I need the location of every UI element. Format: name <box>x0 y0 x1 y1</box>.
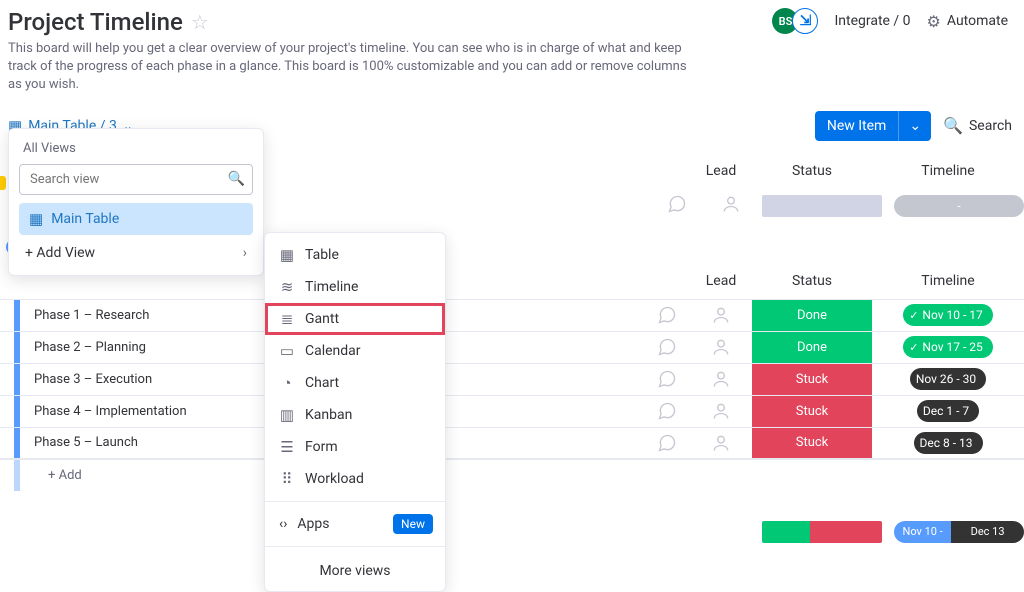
column-timeline[interactable]: Timeline <box>878 273 1018 289</box>
timeline-summary: Nov 10 - Dec 13 <box>894 521 1024 543</box>
status-summary <box>762 521 882 543</box>
submenu-item-timeline[interactable]: ≋ Timeline <box>265 271 445 303</box>
search-view-input[interactable] <box>19 164 253 195</box>
column-lead[interactable]: Lead <box>694 273 748 289</box>
timeline-summary-empty: - <box>894 195 1024 217</box>
submenu-item-label: Form <box>305 439 338 455</box>
search-icon: 🔍 <box>228 171 245 187</box>
code-icon: ‹› <box>279 516 287 532</box>
status-cell[interactable]: Done <box>752 300 872 331</box>
chat-icon[interactable] <box>640 305 694 325</box>
timeline-icon: ≋ <box>279 278 295 296</box>
star-icon[interactable]: ☆ <box>191 10 209 34</box>
table-icon: ▦ <box>29 210 43 228</box>
form-icon: ☰ <box>279 438 295 456</box>
calendar-icon: ▭ <box>279 342 295 360</box>
submenu-item-label: Table <box>305 247 339 263</box>
column-timeline[interactable]: Timeline <box>878 163 1018 179</box>
table-row[interactable]: Phase 3 – Execution Stuck Nov 26 - 30 <box>0 363 1024 395</box>
new-item-button[interactable]: New Item ⌄ <box>815 111 931 141</box>
more-views-button[interactable]: More views <box>265 553 445 585</box>
search-button[interactable]: 🔍 Search <box>943 116 1012 135</box>
invite-icon: ⇲ <box>792 8 818 34</box>
new-item-label: New Item <box>815 111 899 141</box>
robot-icon: ⚙ <box>927 12 941 31</box>
page-title: Project Timeline <box>8 8 183 36</box>
all-views-label: All Views <box>23 141 249 156</box>
view-label: Main Table <box>51 211 119 227</box>
submenu-item-label: Timeline <box>305 279 358 295</box>
submenu-item-label: Gantt <box>305 311 339 327</box>
table-row[interactable]: Phase 1 – Research Done ✓ Nov 10 - 17 <box>0 299 1024 331</box>
views-dropdown: All Views 🔍 ▦ Main Table + Add View › <box>8 128 264 276</box>
submenu-item-label: Chart <box>305 375 339 391</box>
submenu-item-chart[interactable]: ◔ Chart <box>265 367 445 399</box>
member-avatars[interactable]: BS ⇲ <box>772 8 818 34</box>
column-lead[interactable]: Lead <box>694 163 748 179</box>
search-label: Search <box>969 118 1012 134</box>
timeline-pill[interactable]: ✓ Nov 17 - 25 <box>903 336 993 358</box>
submenu-item-calendar[interactable]: ▭ Calendar <box>265 335 445 367</box>
status-summary-empty <box>762 195 882 217</box>
submenu-item-kanban[interactable]: ▥ Kanban <box>265 399 445 431</box>
lead-icon[interactable] <box>694 433 748 453</box>
view-main-table[interactable]: ▦ Main Table <box>19 203 253 235</box>
submenu-item-label: Calendar <box>305 343 361 359</box>
chart-icon: ◔ <box>279 374 295 392</box>
lead-icon[interactable] <box>694 401 748 421</box>
table-icon: ▦ <box>279 246 295 264</box>
timeline-pill[interactable]: ✓ Nov 10 - 17 <box>903 304 993 326</box>
timeline-pill[interactable]: Dec 1 - 7 <box>917 400 979 422</box>
submenu-apps[interactable]: ‹› Apps New <box>265 508 445 540</box>
submenu-item-label: Workload <box>305 471 364 487</box>
submenu-item-form[interactable]: ☰ Form <box>265 431 445 463</box>
workload-icon: ⠿ <box>279 470 295 488</box>
column-status[interactable]: Status <box>752 163 872 179</box>
table-row[interactable]: Phase 2 – Planning Done ✓ Nov 17 - 25 <box>0 331 1024 363</box>
timeline-pill[interactable]: Dec 8 - 13 <box>914 432 983 454</box>
submenu-item-workload[interactable]: ⠿ Workload <box>265 463 445 495</box>
lead-icon[interactable] <box>694 369 748 389</box>
add-view-button[interactable]: + Add View › <box>19 235 253 261</box>
new-item-dropdown[interactable]: ⌄ <box>898 111 931 141</box>
apps-label: Apps <box>297 516 329 532</box>
table-row[interactable]: Phase 4 – Implementation Stuck Dec 1 - 7 <box>0 395 1024 427</box>
search-icon: 🔍 <box>943 116 963 135</box>
collapsed-sidebar-indicator[interactable] <box>0 176 6 190</box>
chat-icon[interactable] <box>640 369 694 389</box>
submenu-item-gantt[interactable]: ≣ Gantt <box>265 303 445 335</box>
kanban-icon: ▥ <box>279 406 295 424</box>
chat-icon[interactable] <box>640 433 694 453</box>
status-cell[interactable]: Stuck <box>752 364 872 395</box>
new-badge: New <box>393 514 433 534</box>
check-icon: ✓ <box>909 309 918 322</box>
lead-icon[interactable] <box>704 194 758 218</box>
gantt-icon: ≣ <box>279 310 295 328</box>
column-status[interactable]: Status <box>752 273 872 289</box>
status-cell[interactable]: Stuck <box>752 428 872 458</box>
status-cell[interactable]: Done <box>752 332 872 363</box>
automate-button[interactable]: ⚙ Automate <box>927 12 1008 31</box>
chat-icon[interactable] <box>640 401 694 421</box>
integrate-button[interactable]: Integrate / 0 <box>834 13 910 29</box>
add-view-submenu: ▦ Table ≋ Timeline ≣ Gantt ▭ Calendar ◔ Chart ▥ Kan… <box>264 232 446 592</box>
add-item-label: + Add <box>20 468 82 483</box>
submenu-item-table[interactable]: ▦ Table <box>265 239 445 271</box>
add-view-label: + Add View <box>25 245 95 261</box>
status-cell[interactable]: Stuck <box>752 396 872 427</box>
submenu-item-label: Kanban <box>305 407 352 423</box>
chevron-right-icon: › <box>243 245 247 261</box>
add-item-row[interactable]: + Add <box>0 459 1024 491</box>
automate-label: Automate <box>947 13 1008 29</box>
chat-icon[interactable] <box>640 337 694 357</box>
lead-icon[interactable] <box>694 337 748 357</box>
chat-icon[interactable] <box>650 194 704 218</box>
timeline-pill[interactable]: Nov 26 - 30 <box>910 368 986 390</box>
board-description: This board will help you get a clear ove… <box>8 40 688 95</box>
table-row[interactable]: Phase 5 – Launch Stuck Dec 8 - 13 <box>0 427 1024 459</box>
lead-icon[interactable] <box>694 305 748 325</box>
check-icon: ✓ <box>909 341 918 354</box>
